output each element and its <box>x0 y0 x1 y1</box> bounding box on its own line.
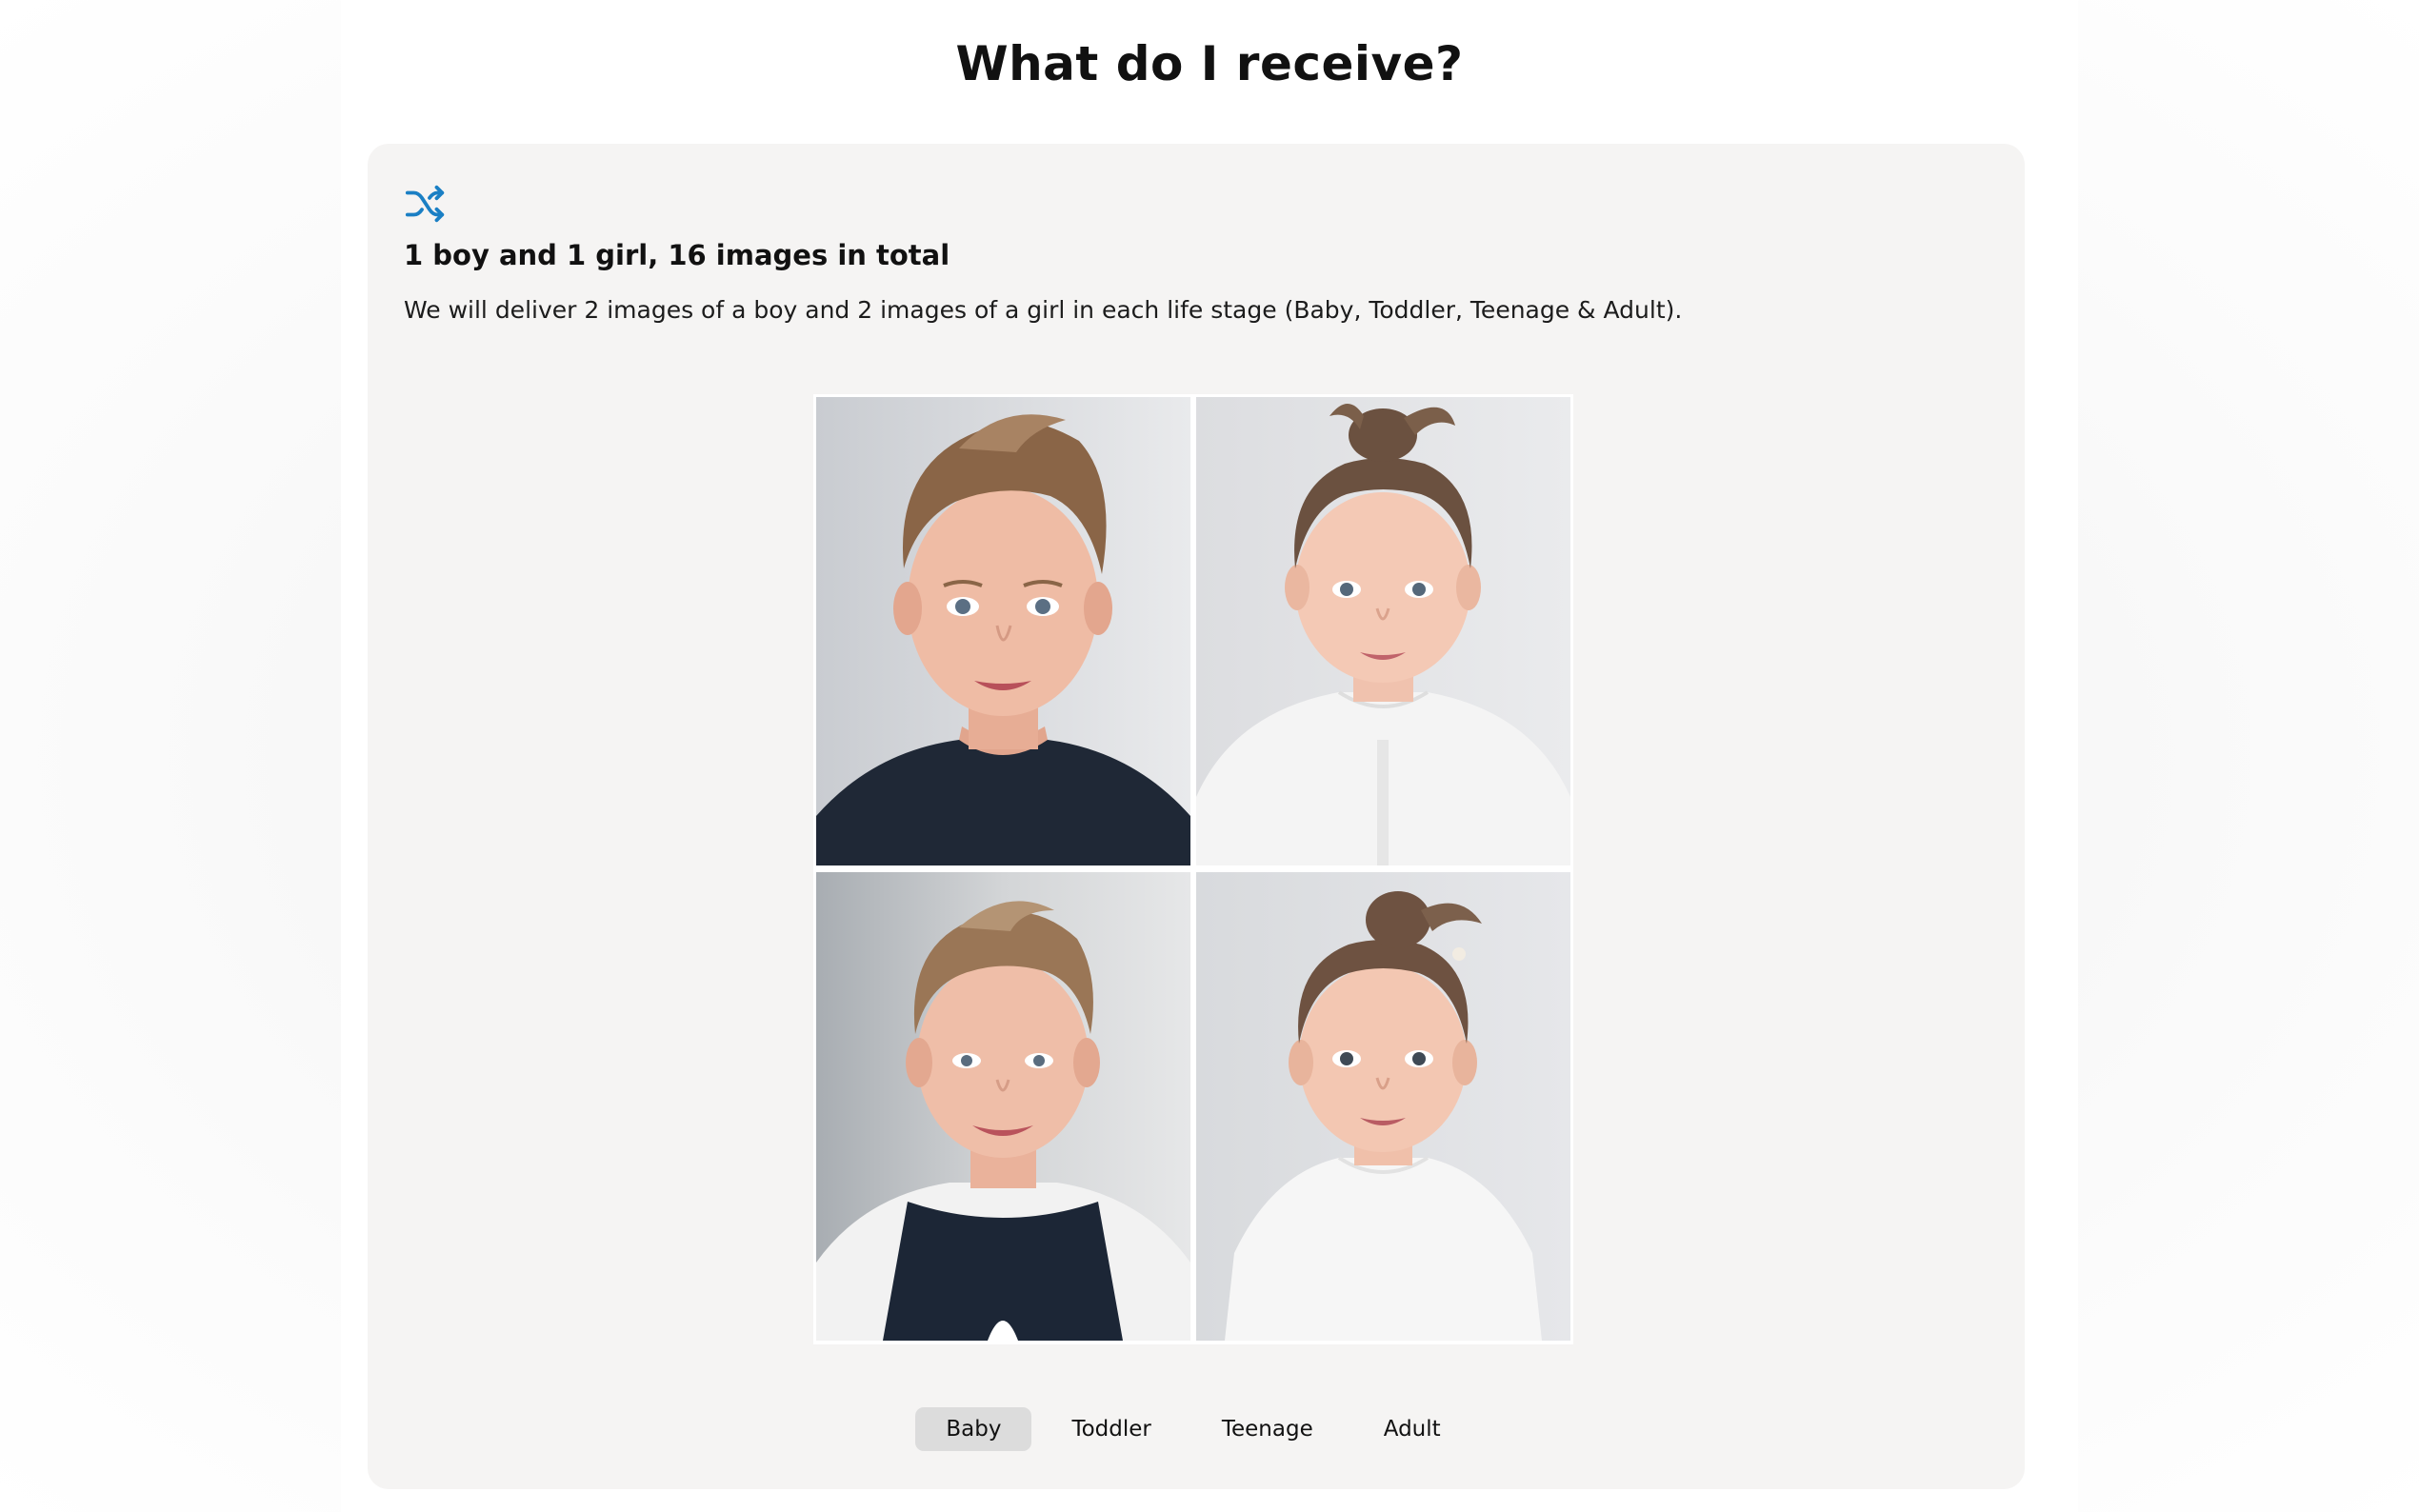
sample-photo-girl <box>1196 872 1570 1341</box>
tab-toddler[interactable]: Toddler <box>1041 1407 1181 1451</box>
option-title: 1 boy and 1 girl, 16 images in total <box>404 239 950 271</box>
life-stage-tabs: Baby Toddler Teenage Adult <box>368 1407 2025 1451</box>
content-column: What do I receive? 1 boy and 1 girl, 16 … <box>341 0 2078 1512</box>
tab-baby[interactable]: Baby <box>915 1407 1032 1451</box>
tab-adult[interactable]: Adult <box>1353 1407 1471 1451</box>
section-heading: What do I receive? <box>955 36 1464 91</box>
sample-photo-boy <box>816 872 1190 1341</box>
deliverable-card: 1 boy and 1 girl, 16 images in total We … <box>368 144 2025 1489</box>
sample-image-grid <box>813 394 1573 1344</box>
option-description: We will deliver 2 images of a boy and 2 … <box>404 296 1683 324</box>
shuffle-icon <box>404 182 448 226</box>
sample-photo-boy <box>816 397 1190 865</box>
sample-photo-girl <box>1196 397 1570 865</box>
tab-teenage[interactable]: Teenage <box>1191 1407 1344 1451</box>
